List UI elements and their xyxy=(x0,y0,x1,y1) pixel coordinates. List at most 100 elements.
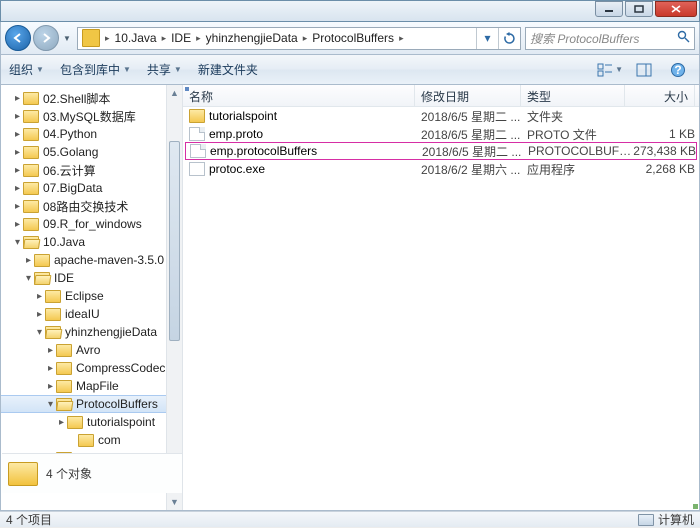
tree-item-label: 07.BigData xyxy=(43,181,102,195)
file-size: 273,438 KB xyxy=(632,144,696,158)
folder-icon xyxy=(67,416,83,429)
maximize-button[interactable] xyxy=(625,1,653,17)
file-type: PROTOCOLBUFF... xyxy=(528,144,632,158)
tree-item-label: 04.Python xyxy=(43,127,97,141)
window-titlebar xyxy=(0,0,700,22)
tree-item-label: 09.R_for_windows xyxy=(43,217,142,231)
tree-item[interactable]: ▸▸▸▸▸▸tutorialspoint xyxy=(1,413,182,431)
expand-icon[interactable]: ▸ xyxy=(12,93,23,104)
scroll-thumb[interactable] xyxy=(169,141,180,341)
tree-item-label: MapFile xyxy=(76,379,119,393)
tree-item[interactable]: ▸▸09.R_for_windows xyxy=(1,215,182,233)
breadcrumb-item[interactable]: yhinzhengjieData xyxy=(202,31,302,45)
help-button[interactable]: ? xyxy=(665,59,691,81)
tree-item[interactable]: ▸▸▸▾yhinzhengjieData xyxy=(1,323,182,341)
column-size[interactable]: 大小 xyxy=(625,85,695,106)
view-options-button[interactable]: ▼ xyxy=(597,59,623,81)
scroll-up-button[interactable]: ▲ xyxy=(167,85,182,101)
breadcrumb-item[interactable]: IDE xyxy=(167,31,195,45)
address-bar: ▼ ▸ 10.Java▸ IDE▸ yhinzhengjieData▸ Prot… xyxy=(0,22,700,55)
minimize-button[interactable] xyxy=(595,1,623,17)
tree-item-label: tutorialspoint xyxy=(87,415,155,429)
column-date[interactable]: 修改日期 xyxy=(415,85,521,106)
tree-item[interactable]: ▸▾10.Java xyxy=(1,233,182,251)
breadcrumb[interactable]: ▸ 10.Java▸ IDE▸ yhinzhengjieData▸ Protoc… xyxy=(77,27,521,50)
expand-icon[interactable]: ▸ xyxy=(56,417,67,428)
breadcrumb-item[interactable]: ProtocolBuffers xyxy=(308,31,398,45)
file-row[interactable]: emp.proto2018/6/5 星期二 ...PROTO 文件1 KB xyxy=(183,125,699,143)
expand-icon[interactable]: ▸ xyxy=(34,309,45,320)
tree-item[interactable]: ▸▸▸▸▸▸com xyxy=(1,431,182,449)
expand-icon[interactable]: ▸ xyxy=(45,363,56,374)
tree-item[interactable]: ▸▸08路由交换技术 xyxy=(1,197,182,215)
scrollbar[interactable]: ▲ ▼ xyxy=(166,85,182,510)
tree-item[interactable]: ▸▸07.BigData xyxy=(1,179,182,197)
tree-item-label: ProtocolBuffers xyxy=(76,397,158,411)
preview-pane-button[interactable] xyxy=(631,59,657,81)
refresh-icon xyxy=(503,32,516,45)
navigation-tree: ▸▸02.Shell脚本▸▸03.MySQL数据库▸▸04.Python▸▸05… xyxy=(1,85,183,510)
file-size: 2,268 KB xyxy=(631,162,695,176)
file-name: protoc.exe xyxy=(209,162,421,176)
tree-item[interactable]: ▸▸03.MySQL数据库 xyxy=(1,107,182,125)
folder-icon xyxy=(45,326,61,339)
folder-icon xyxy=(23,200,39,213)
collapse-icon[interactable]: ▾ xyxy=(12,237,23,248)
back-button[interactable] xyxy=(5,25,31,51)
close-button[interactable] xyxy=(655,1,697,17)
expand-icon[interactable]: ▸ xyxy=(12,129,23,140)
tree-item[interactable]: ▸▸▸▸▸Avro xyxy=(1,341,182,359)
pane-icon xyxy=(636,63,652,77)
expand-icon[interactable]: ▸ xyxy=(12,147,23,158)
folder-icon xyxy=(23,236,39,249)
tree-item[interactable]: ▸▸▸▸▸MapFile xyxy=(1,377,182,395)
file-row[interactable]: emp.protocolBuffers2018/6/5 星期二 ...PROTO… xyxy=(185,142,697,160)
collapse-icon[interactable]: ▾ xyxy=(34,327,45,338)
folder-icon xyxy=(34,254,50,267)
column-headers: 名称 修改日期 类型 大小 xyxy=(183,85,699,107)
expand-icon[interactable]: ▸ xyxy=(12,219,23,230)
expand-icon[interactable]: ▸ xyxy=(45,345,56,356)
organize-menu[interactable]: 组织▼ xyxy=(9,61,44,78)
folder-icon xyxy=(56,398,72,411)
tree-item[interactable]: ▸▸▸▸▸CompressCodec xyxy=(1,359,182,377)
expand-icon[interactable]: ▸ xyxy=(34,291,45,302)
collapse-icon[interactable]: ▾ xyxy=(23,273,34,284)
tree-item[interactable]: ▸▸▸▸Eclipse xyxy=(1,287,182,305)
column-name[interactable]: 名称 xyxy=(183,85,415,106)
search-input[interactable]: 搜索 ProtocolBuffers xyxy=(525,27,695,50)
file-row[interactable]: tutorialspoint2018/6/5 星期二 ...文件夹 xyxy=(183,107,699,125)
command-bar: 组织▼ 包含到库中▼ 共享▼ 新建文件夹 ▼ ? xyxy=(0,55,700,85)
forward-button[interactable] xyxy=(33,25,59,51)
folder-icon xyxy=(45,308,61,321)
tree-item[interactable]: ▸▸▾IDE xyxy=(1,269,182,287)
expand-icon[interactable]: ▸ xyxy=(12,165,23,176)
expand-icon[interactable]: ▸ xyxy=(12,183,23,194)
refresh-button[interactable] xyxy=(498,28,520,49)
expand-icon[interactable]: ▸ xyxy=(23,255,34,266)
tree-item[interactable]: ▸▸▸apache-maven-3.5.0 xyxy=(1,251,182,269)
new-folder-button[interactable]: 新建文件夹 xyxy=(198,61,258,78)
tree-item[interactable]: ▸▸▸▸ideaIU xyxy=(1,305,182,323)
share-menu[interactable]: 共享▼ xyxy=(147,61,182,78)
expand-icon[interactable]: ▸ xyxy=(12,201,23,212)
tree-item[interactable]: ▸▸05.Golang xyxy=(1,143,182,161)
column-type[interactable]: 类型 xyxy=(521,85,625,106)
tree-item[interactable]: ▸▸06.云计算 xyxy=(1,161,182,179)
tree-item[interactable]: ▸▸02.Shell脚本 xyxy=(1,89,182,107)
tree-item-label: CompressCodec xyxy=(76,361,165,375)
exe-icon xyxy=(189,162,205,176)
include-in-library-menu[interactable]: 包含到库中▼ xyxy=(60,61,131,78)
expand-icon[interactable]: ▸ xyxy=(12,111,23,122)
tree-item[interactable]: ▸▸04.Python xyxy=(1,125,182,143)
status-bar: 4 个项目 计算机 xyxy=(0,511,700,527)
scroll-down-button[interactable]: ▼ xyxy=(167,494,182,510)
expand-icon[interactable]: ▸ xyxy=(45,381,56,392)
file-row[interactable]: protoc.exe2018/6/2 星期六 ...应用程序2,268 KB xyxy=(183,160,699,178)
breadcrumb-item[interactable]: 10.Java xyxy=(111,31,161,45)
breadcrumb-dropdown[interactable]: ▾ xyxy=(476,28,498,49)
nav-history-dropdown[interactable]: ▼ xyxy=(61,25,73,51)
file-size: 1 KB xyxy=(631,127,695,141)
tree-item[interactable]: ▸▸▸▸▾ProtocolBuffers xyxy=(1,395,182,413)
collapse-icon[interactable]: ▾ xyxy=(45,399,56,410)
